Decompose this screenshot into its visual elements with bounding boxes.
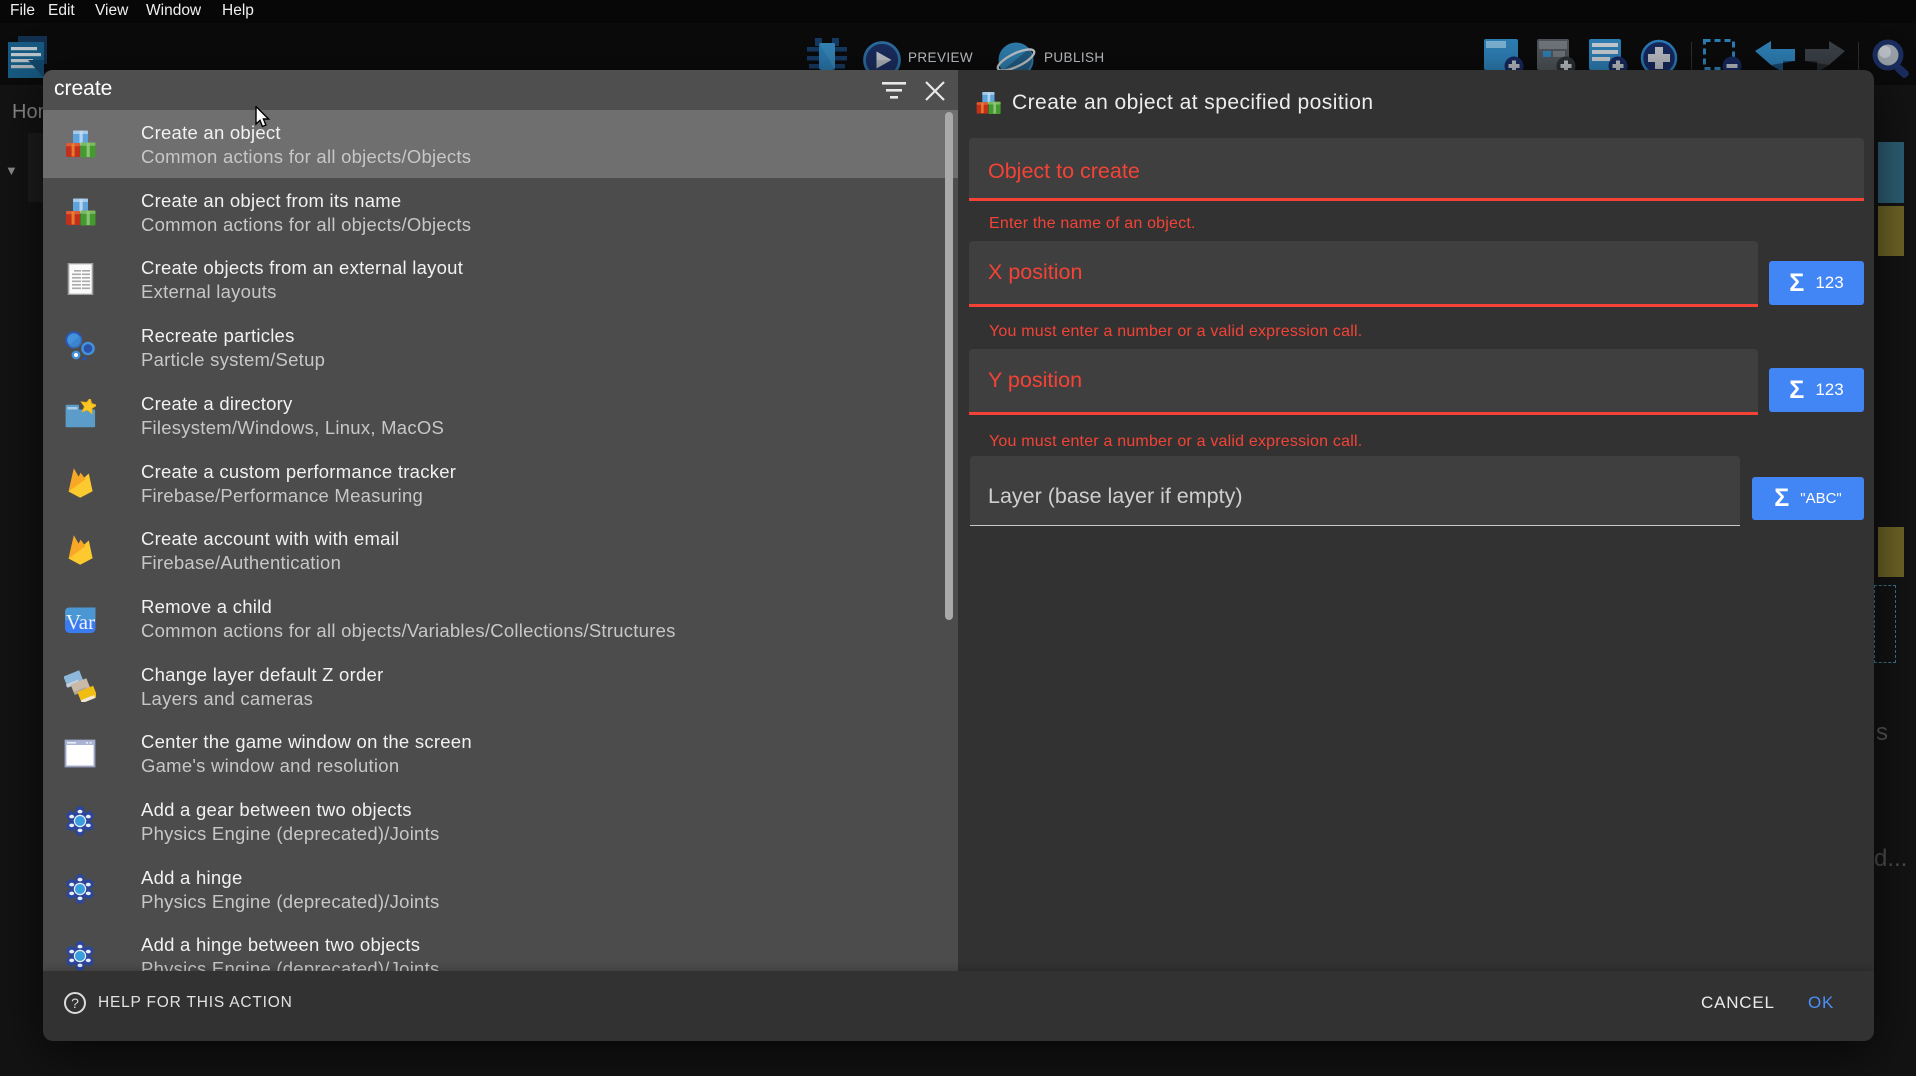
svg-text:?: ? (71, 995, 79, 1011)
svg-text:Var: Var (66, 610, 95, 634)
